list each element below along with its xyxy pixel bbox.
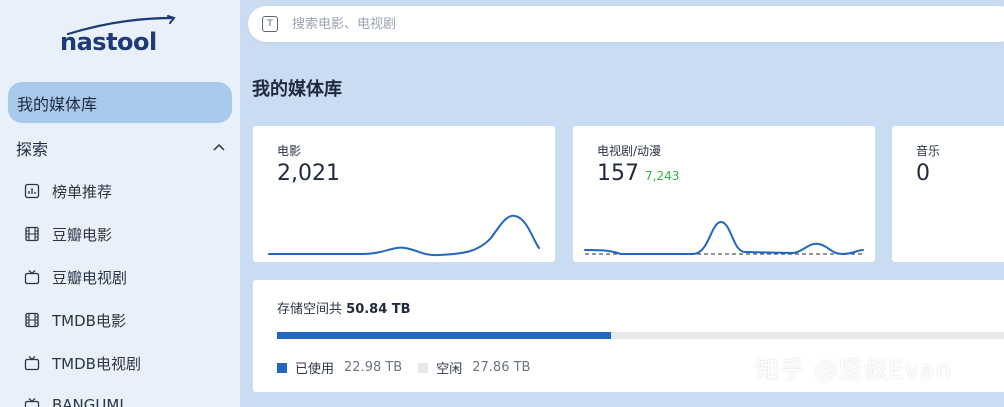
sidebar-item-label: 豆瓣电影 [52,225,113,244]
chevron-up-icon [213,143,225,151]
sidebar-item-my-library[interactable]: 我的媒体库 [8,82,232,123]
storage-legend: 已使用 22.98 TB 空闲 27.86 TB [277,358,546,377]
tv-icon [24,270,40,285]
chart-icon [24,183,40,199]
storage-used-fill [277,332,612,339]
free-label: 空闲 [436,362,463,377]
sidebar-item-douban-movies[interactable]: 豆瓣电影 [24,223,224,245]
sidebar-group-label: 探索 [16,140,49,159]
sidebar-item-label: TMDB电影 [52,311,126,330]
sidebar-item-label: TMDB电视剧 [52,354,141,373]
storage-title-prefix: 存储空间共 [277,302,343,317]
sidebar-group-explore[interactable]: 探索 [16,136,230,160]
tv-card[interactable]: 电视剧/动漫 157 7,243 [573,126,875,262]
free-swatch [418,362,429,373]
card-value: 2,021 [277,161,340,186]
storage-progress-bar [277,332,1004,339]
movies-sparkline [268,214,540,257]
sidebar-item-tmdb-tv[interactable]: TMDB电视剧 [24,352,224,374]
used-swatch [277,362,287,373]
episode-count: 7,243 [645,169,680,183]
film-icon [25,226,39,242]
tv-icon [24,398,40,407]
tv-sparkline [584,220,864,256]
sidebar-item-label: 豆瓣电视剧 [52,268,128,287]
sidebar-item-label: 榜单推荐 [52,182,113,201]
card-value: 0 [916,161,930,186]
logo-text: nastool [60,28,157,56]
tv-count: 157 [597,161,639,186]
watermark: 知乎 @坚叔Evan [755,356,952,384]
keyboard-shortcut-icon: T [262,16,278,32]
music-card[interactable]: 音乐 0 [892,126,1004,262]
sidebar-item-label: 我的媒体库 [17,94,98,114]
sidebar-item-label: BANGUMI [52,396,124,407]
storage-title: 存储空间共 50.84 TB [277,298,411,317]
card-value: 157 7,243 [597,161,679,186]
sidebar-item-bangumi[interactable]: BANGUMI [24,394,224,407]
sidebar-item-rankings[interactable]: 榜单推荐 [24,180,224,202]
movies-card[interactable]: 电影 2,021 [253,126,555,262]
sidebar-item-douban-tv[interactable]: 豆瓣电视剧 [24,266,224,288]
tv-icon [24,356,40,371]
page-title: 我的媒体库 [252,79,342,100]
film-icon [25,312,39,328]
card-label: 电影 [277,144,302,158]
used-label: 已使用 [295,362,335,377]
sidebar-item-tmdb-movies[interactable]: TMDB电影 [24,309,224,331]
card-label: 电视剧/动漫 [597,144,662,158]
free-value: 27.86 TB [472,360,531,375]
search-bar: T [248,6,1004,42]
sidebar: nastool 我的媒体库 探索 榜单推荐 豆瓣电影 豆瓣电视剧 TMDB电影 … [0,0,240,407]
storage-total: 50.84 TB [346,302,411,317]
used-value: 22.98 TB [344,360,403,375]
nastool-logo[interactable]: nastool [60,14,180,60]
search-input[interactable] [292,16,892,32]
card-label: 音乐 [916,144,941,158]
